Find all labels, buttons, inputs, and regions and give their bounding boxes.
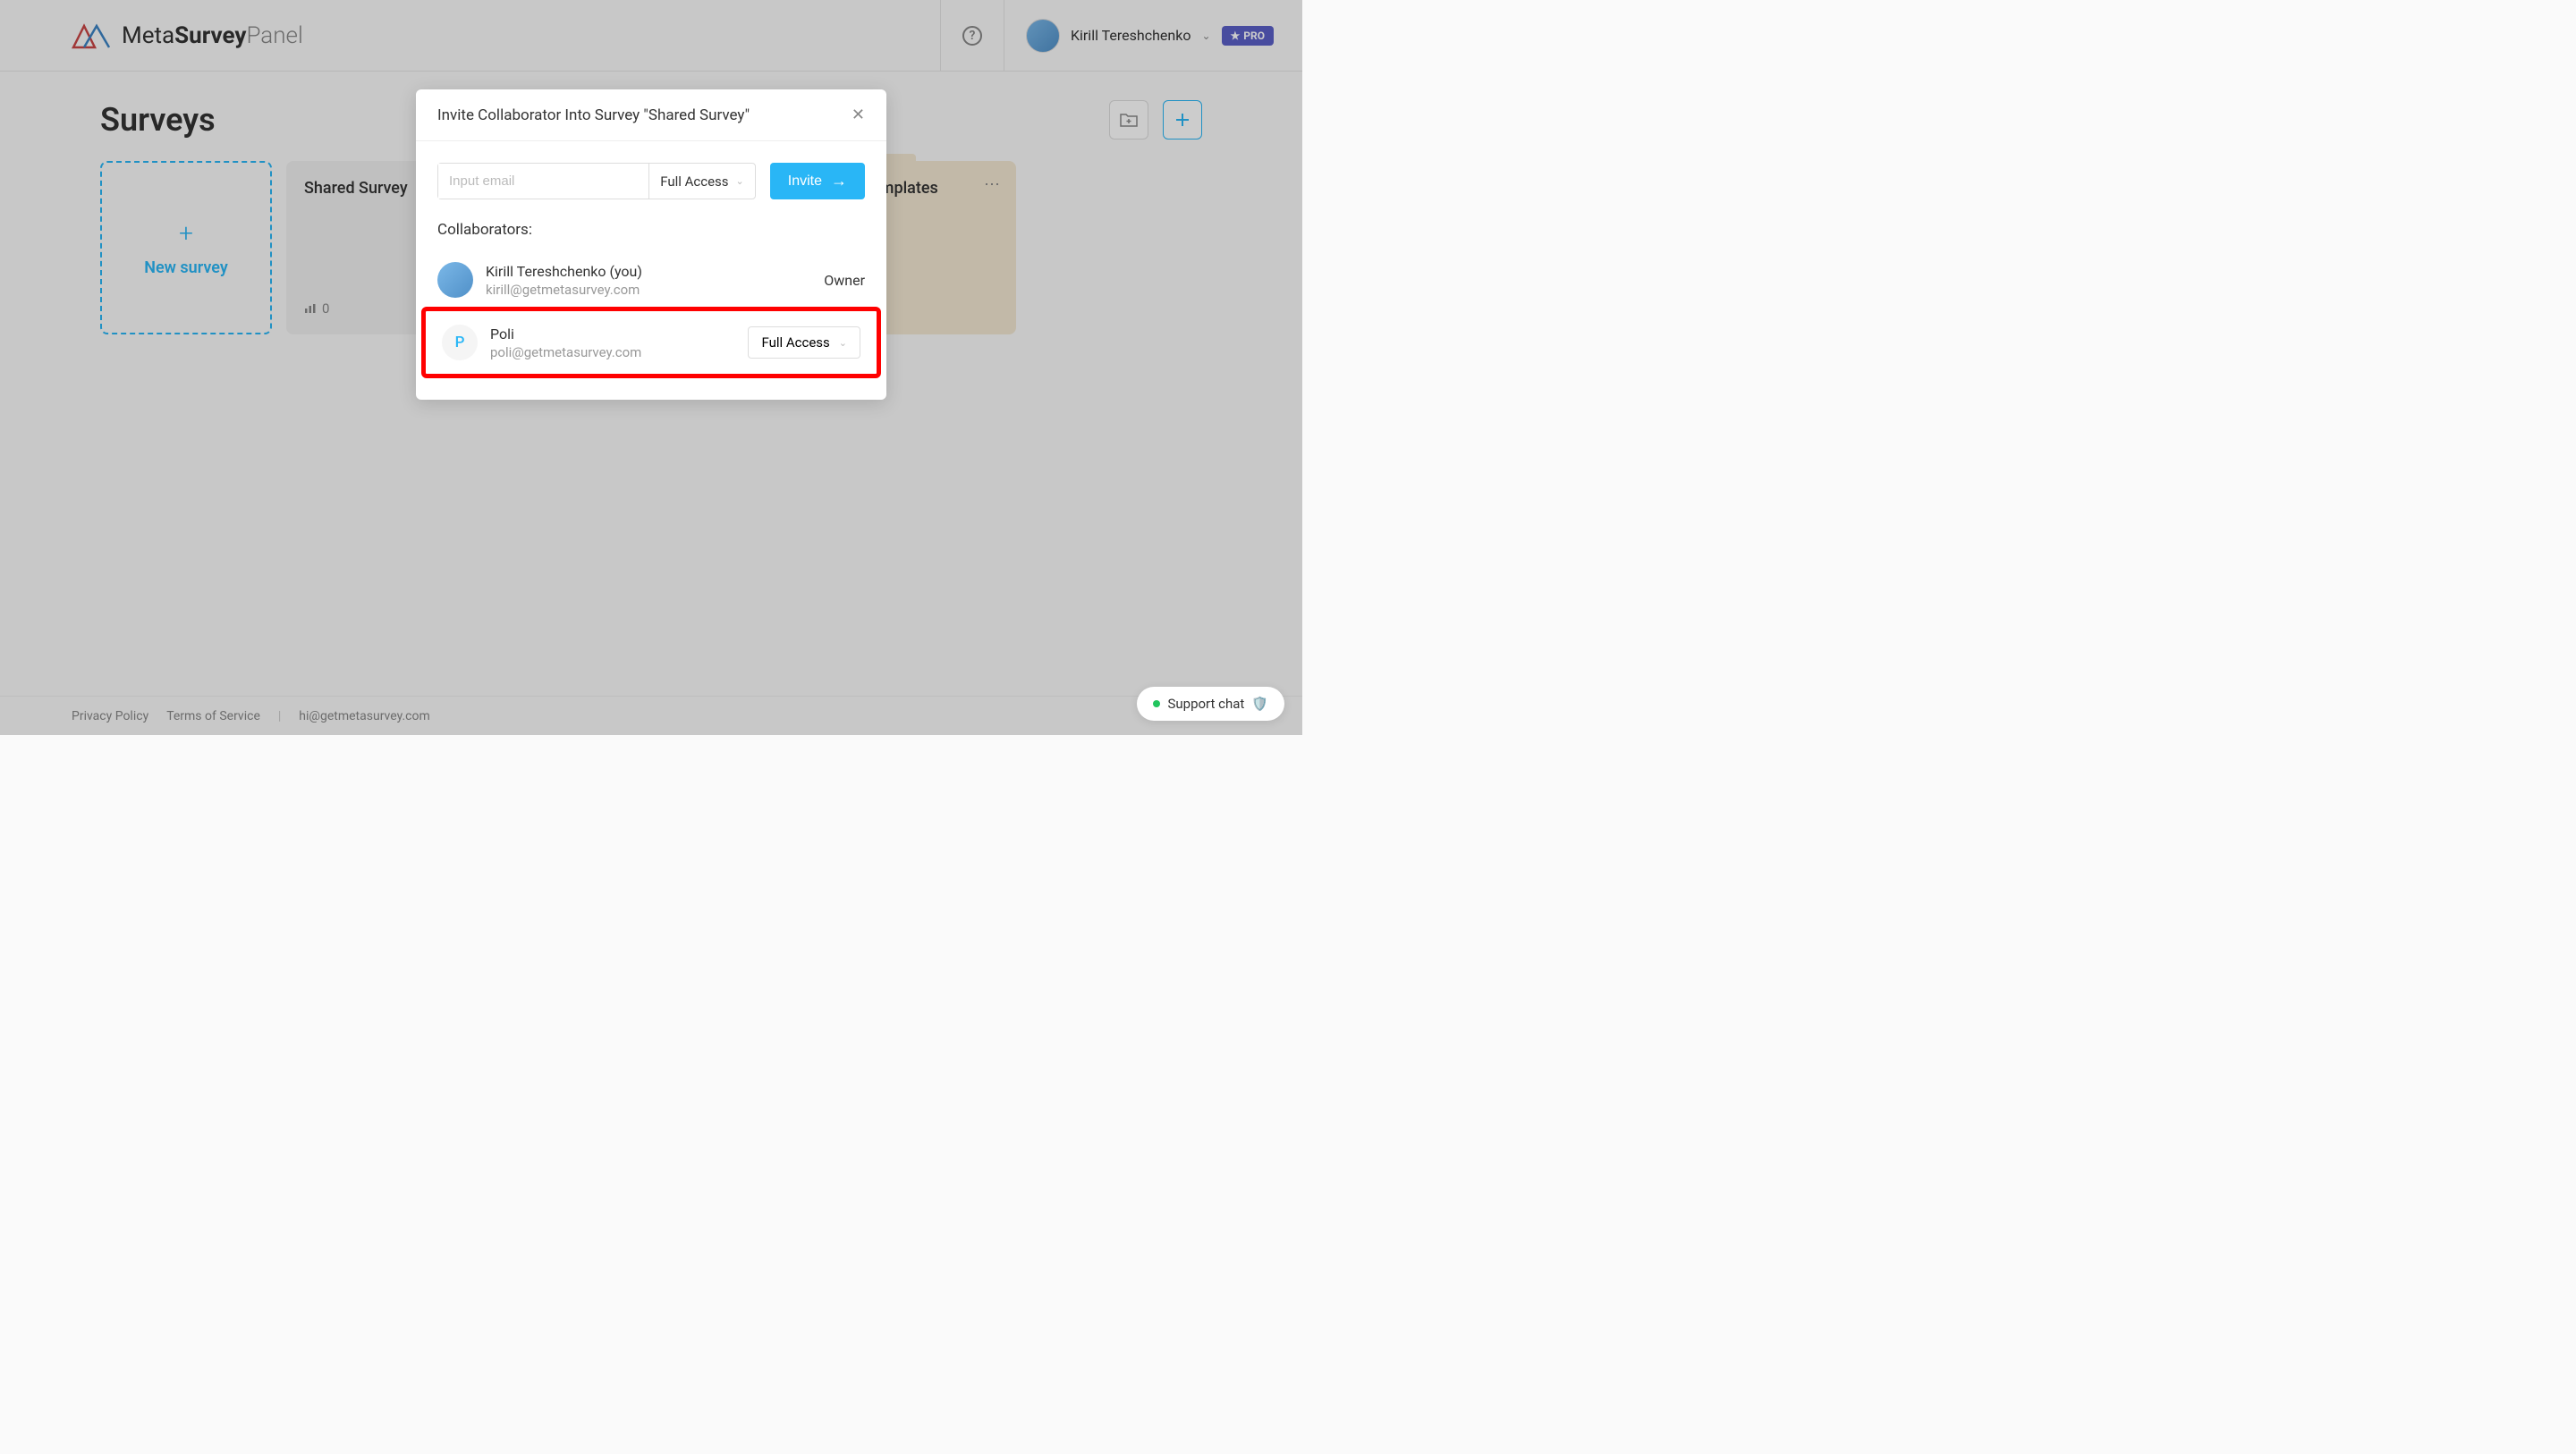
invite-button[interactable]: Invite → — [770, 163, 865, 199]
support-chat-button[interactable]: Support chat 🛡️ — [1137, 687, 1284, 721]
collaborators-label: Collaborators: — [437, 221, 865, 239]
arrow-right-icon: → — [831, 172, 847, 190]
collaborator-item: Kirill Tereshchenko (you) kirill@getmeta… — [437, 253, 865, 307]
email-input[interactable] — [438, 164, 648, 199]
shield-icon: 🛡️ — [1251, 696, 1268, 712]
invite-row: Full Access ⌄ Invite → — [437, 163, 865, 199]
collaborator-avatar: P — [442, 325, 478, 360]
collaborator-name: Kirill Tereshchenko (you) — [486, 263, 642, 280]
status-dot-icon — [1153, 700, 1160, 707]
close-icon[interactable]: ✕ — [852, 106, 865, 124]
modal-overlay[interactable]: Invite Collaborator Into Survey "Shared … — [0, 0, 1302, 735]
modal-body: Full Access ⌄ Invite → Collaborators: Ki… — [416, 141, 886, 400]
collaborator-avatar — [437, 262, 473, 298]
highlighted-collaborator: P Poli poli@getmetasurvey.com Full Acces… — [421, 307, 881, 378]
collaborator-name: Poli — [490, 325, 641, 342]
modal-title: Invite Collaborator Into Survey "Shared … — [437, 106, 750, 124]
input-group: Full Access ⌄ — [437, 163, 756, 199]
chevron-down-icon: ⌄ — [736, 175, 744, 187]
collaborator-role: Owner — [824, 272, 865, 289]
collaborator-role-select[interactable]: Full Access ⌄ — [748, 326, 860, 359]
modal-header: Invite Collaborator Into Survey "Shared … — [416, 89, 886, 141]
collaborator-email: kirill@getmetasurvey.com — [486, 282, 642, 298]
access-select[interactable]: Full Access ⌄ — [648, 164, 755, 199]
collaborator-item: P Poli poli@getmetasurvey.com Full Acces… — [442, 316, 860, 369]
collaborator-email: poli@getmetasurvey.com — [490, 344, 641, 360]
invite-modal: Invite Collaborator Into Survey "Shared … — [416, 89, 886, 400]
chevron-down-icon: ⌄ — [839, 337, 847, 349]
